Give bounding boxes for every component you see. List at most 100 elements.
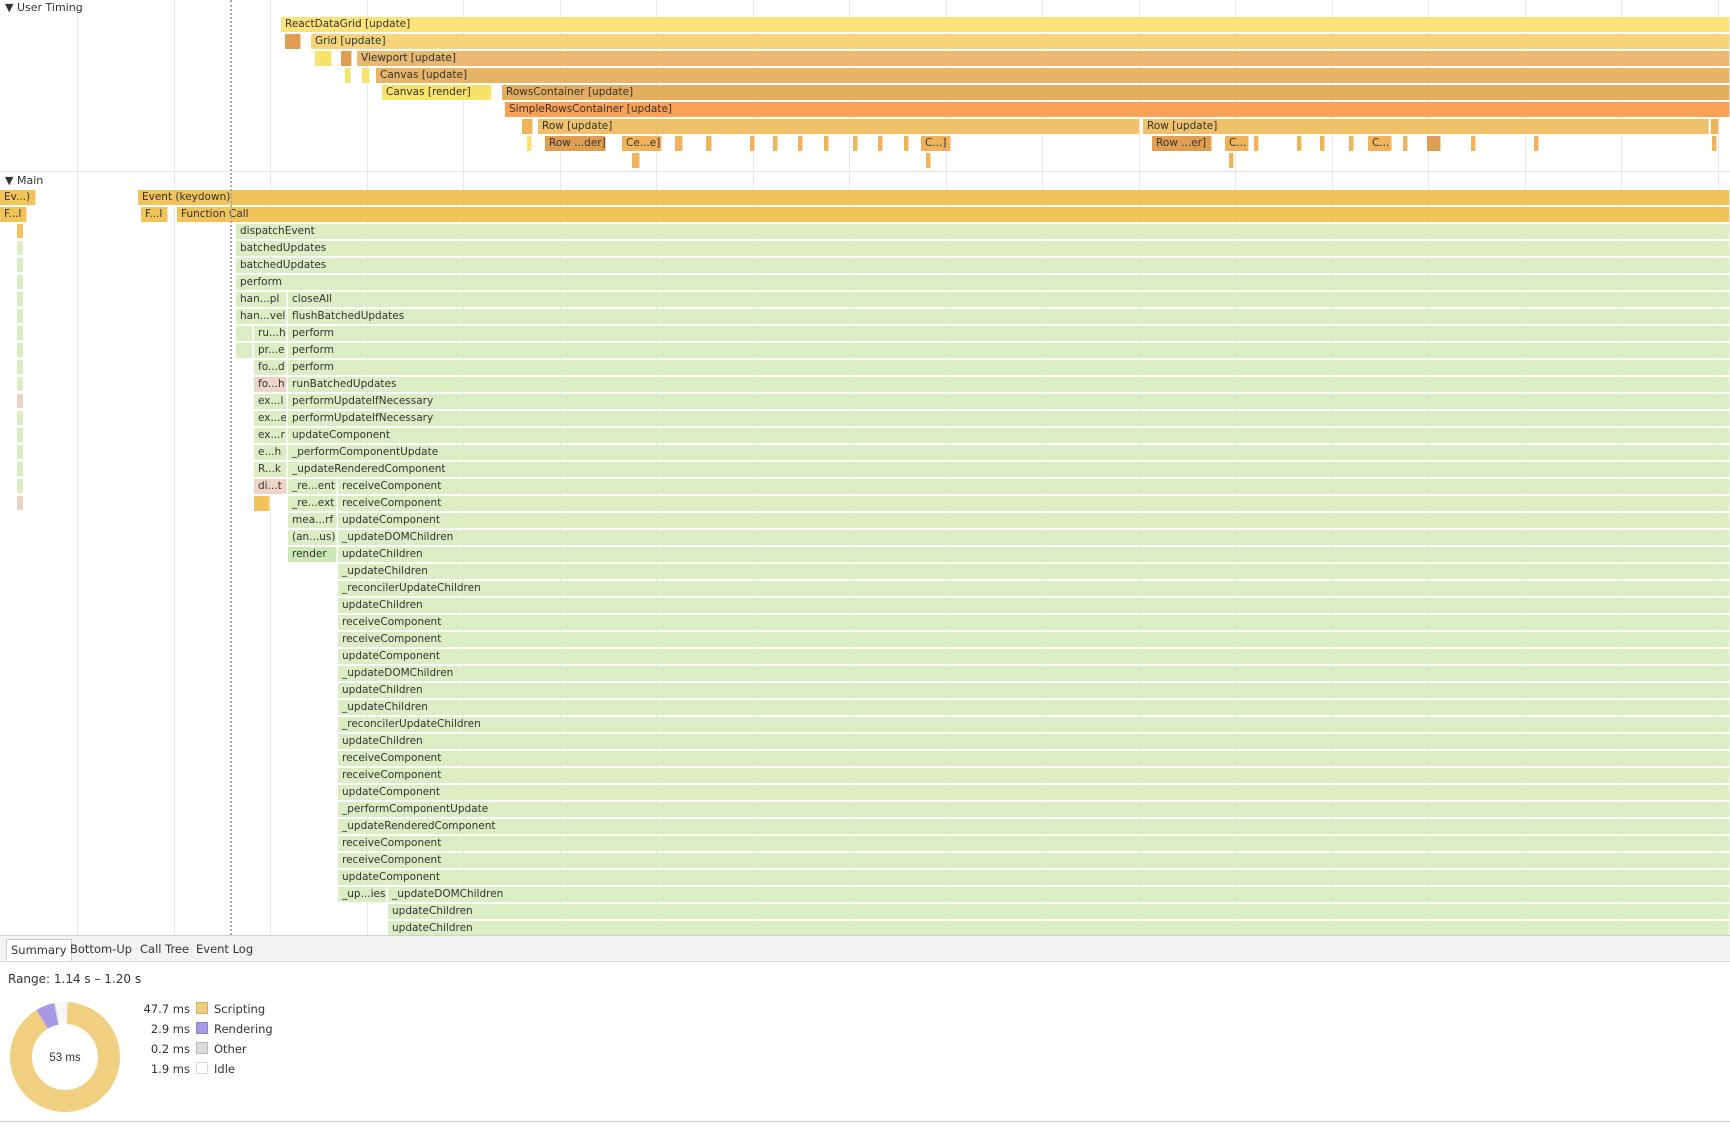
timing-block[interactable] [1297,136,1302,151]
call-updatedomchildren-2[interactable]: _updateDOMChildren [388,887,1730,902]
call-short[interactable]: ex...r [254,428,287,443]
timing-block[interactable] [1229,153,1234,168]
call-short[interactable]: e...h [254,445,287,460]
mini-block[interactable] [17,428,23,442]
timing-block[interactable] [527,136,532,151]
call-block[interactable] [236,343,253,358]
call-frame[interactable]: _performComponentUpdate [338,802,1730,817]
function-call-short-2[interactable]: F...l [141,207,168,222]
call-short[interactable]: mea...rf [288,513,337,528]
timing-block[interactable] [345,68,351,83]
call-updatechildren[interactable]: updateChildren [338,547,1730,562]
function-call-short[interactable]: F...l [0,207,27,222]
call-frame[interactable]: _reconcilerUpdateChildren [338,581,1730,596]
timing-block[interactable] [824,136,829,151]
timing-block[interactable] [362,68,370,83]
mini-block[interactable] [17,394,23,408]
mini-block[interactable] [17,309,23,323]
call-short[interactable]: di...t [254,479,287,494]
call-runbatchedupdates[interactable]: runBatchedUpdates [288,377,1730,392]
timing-block[interactable] [798,136,803,151]
call-frame[interactable]: updateComponent [338,785,1730,800]
call-short[interactable]: (an...us) [288,530,337,545]
timing-block[interactable] [1349,136,1354,151]
tab-summary[interactable]: Summary [6,939,72,961]
call-performcomponentupdate[interactable]: _performComponentUpdate [288,445,1730,460]
timing-block[interactable] [341,51,352,66]
mini-block[interactable] [17,343,23,357]
user-timing-header[interactable]: ▼ User Timing [0,0,83,16]
timing-block[interactable] [1712,136,1717,151]
call-frame[interactable]: _updateRenderedComponent [338,819,1730,834]
mini-block[interactable] [17,224,23,238]
call-short[interactable]: _re...ext [288,496,337,511]
call-receivecomponent[interactable]: receiveComponent [338,479,1730,494]
call-frame[interactable]: _updateChildren [338,700,1730,715]
flame-chart[interactable]: ▼ User Timing ReactDataGrid [update] Gri… [0,0,1730,935]
timing-block[interactable] [1254,136,1259,151]
mini-block[interactable] [17,496,23,510]
timing-block[interactable] [632,153,640,168]
call-frame[interactable]: receiveComponent [338,751,1730,766]
call-frame[interactable]: updateChildren [338,683,1730,698]
timing-block[interactable] [675,136,683,151]
canvas-render[interactable]: Canvas [render] [382,85,492,100]
timing-block[interactable] [1711,119,1719,134]
cell-update-3[interactable]: C... [1225,136,1249,151]
call-short[interactable]: han...vel [236,309,287,324]
call-performupdateifnecessary[interactable]: performUpdateIfNecessary [288,394,1730,409]
row-render-b[interactable]: Row ...er] [1152,136,1212,151]
reactdatagrid-update[interactable]: ReactDataGrid [update] [281,17,1730,32]
cell-update-2[interactable]: C...] [921,136,951,151]
call-frame[interactable]: updateChildren [338,598,1730,613]
grid-update[interactable]: Grid [update] [311,34,1730,49]
call-updatechildren-3[interactable]: updateChildren [388,921,1730,935]
timing-block[interactable] [1471,136,1476,151]
call-short[interactable]: fo...h [254,377,287,392]
call-frame[interactable]: _updateChildren [338,564,1730,579]
collapse-triangle-icon[interactable]: ▼ [5,174,13,187]
row-render-a[interactable]: Row ...der] [545,136,606,151]
mini-block[interactable] [17,258,23,272]
call-updaterenderedcomponent[interactable]: _updateRenderedComponent [288,462,1730,477]
cell-update[interactable]: Ce...e] [622,136,662,151]
timing-block[interactable] [750,136,755,151]
mini-block[interactable] [17,411,23,425]
row-update-b[interactable]: Row [update] [1143,119,1709,134]
timing-block[interactable] [706,136,712,151]
call-frame[interactable]: receiveComponent [338,768,1730,783]
timing-block[interactable] [904,136,909,151]
timing-block[interactable] [878,136,883,151]
call-short[interactable]: _re...ent [288,479,337,494]
call-perform-4[interactable]: perform [288,360,1730,375]
call-flushbatchedupdates[interactable]: flushBatchedUpdates [288,309,1730,324]
call-frame[interactable]: updateComponent [338,649,1730,664]
mini-block[interactable] [17,326,23,340]
call-updatechildren-2[interactable]: updateChildren [388,904,1730,919]
call-frame[interactable]: receiveComponent [338,853,1730,868]
call-short[interactable]: ex...e [254,411,287,426]
timing-block[interactable] [926,153,931,168]
mini-block[interactable] [17,445,23,459]
viewport-update[interactable]: Viewport [update] [357,51,1730,66]
function-call[interactable]: Function Call [177,207,1730,222]
call-frame[interactable]: updateComponent [338,870,1730,885]
mini-block[interactable] [17,360,23,374]
call-batchedupdates[interactable]: batchedUpdates [236,241,1730,256]
call-batchedupdates-2[interactable]: batchedUpdates [236,258,1730,273]
call-short[interactable]: ex...l [254,394,287,409]
call-frame[interactable]: _updateDOMChildren [338,666,1730,681]
call-updatedomchildren[interactable]: _updateDOMChildren [338,530,1730,545]
call-short[interactable]: _up...ies [338,887,387,902]
call-short[interactable]: fo...d [254,360,287,375]
call-perform-3[interactable]: perform [288,343,1730,358]
call-frame[interactable]: receiveComponent [338,615,1730,630]
call-block[interactable] [254,496,270,511]
timing-block[interactable] [773,136,778,151]
call-perform[interactable]: perform [236,275,1730,290]
call-short[interactable]: pr...e [254,343,287,358]
main-header[interactable]: ▼ Main [0,173,43,189]
mini-block[interactable] [17,241,23,255]
mini-block[interactable] [17,292,23,306]
timing-block[interactable] [1320,136,1325,151]
